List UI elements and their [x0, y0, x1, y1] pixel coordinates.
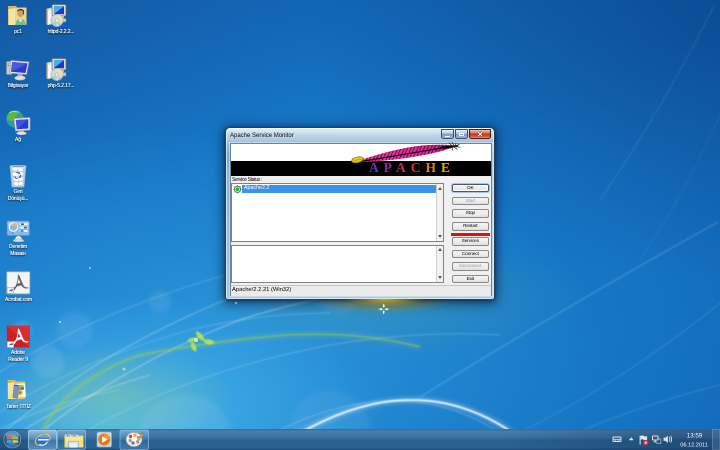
svg-text:APACHE: APACHE: [369, 161, 455, 175]
svg-text:13:59: 13:59: [687, 433, 703, 440]
svg-text:06.12.2011: 06.12.2011: [680, 443, 708, 449]
